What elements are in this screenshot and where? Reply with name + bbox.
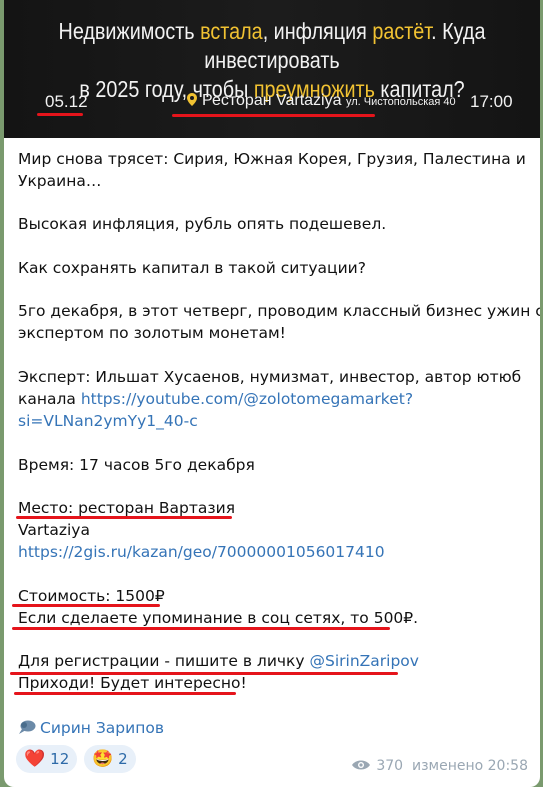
speech-bubble-icon [19, 720, 36, 734]
closing-underline [14, 692, 236, 695]
event-banner-image[interactable]: Недвижимость встала, инфляция растёт. Ку… [4, 0, 540, 138]
message-meta: 370 изменено 20:58 [351, 758, 528, 774]
message-text-line: Как сохранять капитал в такой ситуации? [18, 259, 366, 277]
banner-title: Недвижимость встала, инфляция растёт. Ку… [58, 18, 486, 102]
reaction-star-struck[interactable]: 🤩 2 [84, 745, 136, 773]
message-text-line: Время: 17 часов 5го декабря [18, 456, 255, 474]
reaction-heart[interactable]: ❤️ 12 [16, 745, 78, 773]
message-bubble: Недвижимость встала, инфляция растёт. Ку… [4, 0, 540, 787]
venue-underline [172, 114, 375, 117]
closing-line: Приходи! Будет интересно! [18, 674, 247, 692]
message-text-line: Эксперт: Ильшат Хусаенов, нумизмат, инве… [18, 368, 522, 386]
banner-time: 17:00 [470, 92, 513, 111]
date-underline [37, 113, 83, 116]
cost-note: Если сделаете упоминание в соц сетях, то… [18, 609, 419, 627]
youtube-link-continued[interactable]: si=VLNan2ymYy1_40-c [18, 410, 530, 432]
reaction-count: 2 [118, 750, 128, 768]
message-text-line: 5го декабря, в этот четверг, проводим кл… [18, 302, 540, 320]
registration-line: Для регистрации - пишите в личку @SirinZ… [18, 652, 419, 670]
banner-date: 05.12 [45, 92, 88, 111]
location-pin-icon [187, 93, 197, 106]
views-count: 370 [376, 758, 404, 774]
message-text-line: экспертом по золотым монетам! [18, 324, 286, 342]
message-text-line: Мир снова трясет: Сирия, Южная Корея, Гр… [18, 150, 526, 168]
banner-venue: Ресторан Vartaziya ул. Чистопольская 40 [187, 92, 456, 110]
author-signature[interactable]: Сирин Зарипов [18, 717, 530, 739]
reaction-count: 12 [50, 750, 70, 768]
youtube-link[interactable]: https://youtube.com/@zolotomegamarket? [81, 390, 413, 408]
edited-timestamp: изменено 20:58 [412, 758, 528, 774]
username-link[interactable]: @SirinZaripov [310, 652, 419, 670]
place-name: Vartaziya [18, 521, 90, 539]
message-text-line: Украина… [18, 172, 102, 190]
2gis-link[interactable]: https://2gis.ru/kazan/geo/70000001056017… [18, 541, 530, 563]
message-text-line: Высокая инфляция, рубль опять подешевел. [18, 215, 387, 233]
cost-note-underline [12, 627, 390, 630]
eye-icon [352, 760, 371, 770]
message-text-line: канала https://youtube.com/@zolotomegama… [18, 390, 414, 408]
heart-icon: ❤️ [24, 749, 46, 769]
star-struck-icon: 🤩 [92, 749, 114, 769]
